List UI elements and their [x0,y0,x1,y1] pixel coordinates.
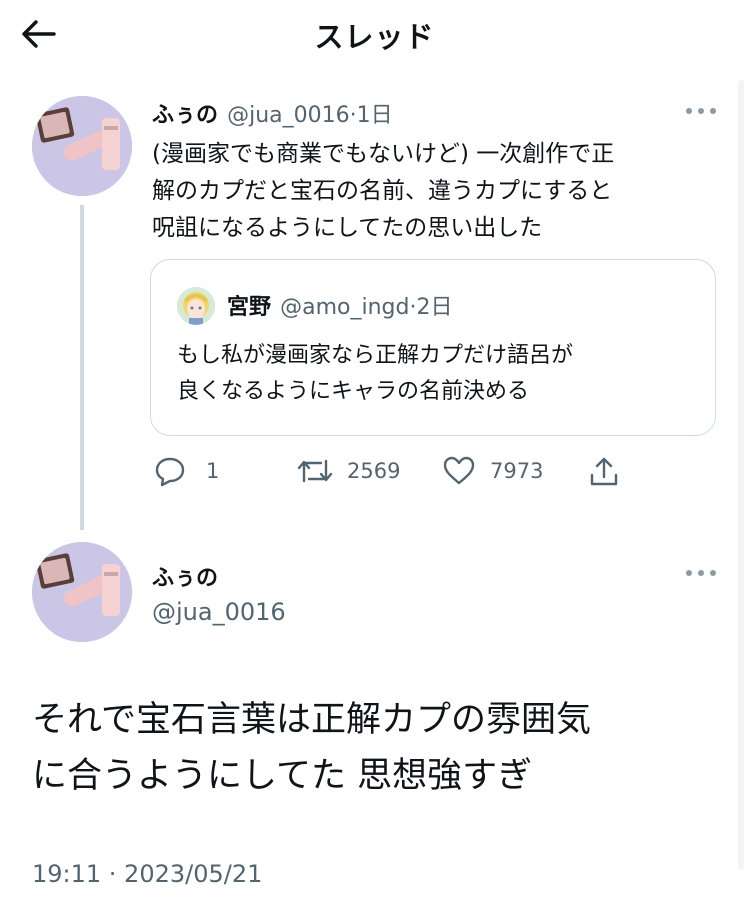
tweet1-display-name[interactable]: ふぅの [152,103,218,128]
avatar-photo [32,96,132,196]
like-count: 7973 [490,459,544,483]
tweet2-more-button[interactable] [684,563,718,583]
retweet-icon [297,459,333,483]
tweet2-text: それで宝石言葉は正解カプの雰囲気 に合うようにしてた 思想強すぎ [32,692,591,804]
tweet1-time[interactable]: 1日 [357,103,393,128]
page-title: スレッド [314,20,435,54]
share-icon [590,457,618,486]
avatar-tweet1[interactable] [32,96,132,196]
tweet1-text-line: (漫画家でも商業でもないけど) 一次創作で正 [152,141,615,167]
tweet1-handle[interactable]: @jua_0016 [227,103,350,128]
avatar-photo [32,542,132,642]
tweet2-text-line: それで宝石言葉は正解カプの雰囲気 [32,700,591,740]
thread-connector-line [80,205,84,530]
heart-icon [443,456,475,485]
retweet-button[interactable]: 2569 [297,455,400,487]
share-button[interactable] [588,455,620,489]
quote-avatar-illustration [177,287,215,325]
quote-display-name: 宮野 [227,295,272,320]
tweet2-text-line: に合うようにしてた 思想強すぎ [32,756,533,796]
tweet1-text-line: 呪詛になるようにしてたの思い出した [152,215,543,241]
quote-avatar [177,287,215,325]
retweet-count: 2569 [347,459,401,483]
quote-handle: @amo_ingd [280,295,410,320]
tweet1-more-button[interactable] [684,101,718,121]
like-button[interactable]: 7973 [442,455,543,487]
quote-time: 2日 [416,295,453,320]
tweet2-handle[interactable]: @jua_0016 [152,598,286,626]
quote-text-line: 良くなるようにキャラの名前決める [177,379,530,404]
reply-bubble-icon [155,457,185,487]
tweet1-header: ふぅの @jua_0016·1日 [152,97,393,129]
quote-text: もし私が漫画家なら正解カプだけ語呂が 良くなるようにキャラの名前決める [177,338,573,410]
scrollbar[interactable] [738,80,744,870]
quoted-tweet-card[interactable]: 宮野 @amo_ingd·2日 もし私が漫画家なら正解カプだけ語呂が 良くなるよ… [150,259,716,436]
more-dots-icon [686,570,716,576]
more-dots-icon [686,108,716,114]
tweet2-timestamp[interactable]: 19:11 · 2023/05/21 [32,860,262,888]
tweet1-separator: · [349,103,357,128]
quote-header: 宮野 @amo_ingd·2日 [227,289,452,321]
reply-button[interactable]: 1 [154,455,219,487]
tweet2-display-name[interactable]: ふぅの [152,560,218,592]
tweet1-text: (漫画家でも商業でもないけど) 一次創作で正 解のカプだと宝石の名前、違うカプに… [152,136,614,247]
quote-text-line: もし私が漫画家なら正解カプだけ語呂が [177,343,574,368]
reply-count: 1 [206,459,220,483]
avatar-tweet2[interactable] [32,542,132,642]
tweet1-text-line: 解のカプだと宝石の名前、違うカプにすると [152,178,613,204]
